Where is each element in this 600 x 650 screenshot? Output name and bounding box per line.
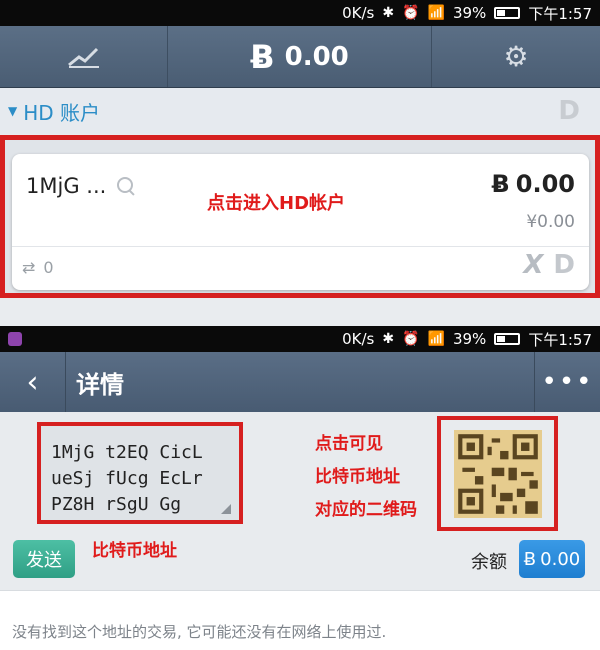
annotation-enter-hd: 点击进入HD帐户 [207, 193, 346, 214]
battery-icon [494, 333, 521, 345]
wallet-balance-tab[interactable]: Ƀ 0.00 [168, 26, 432, 87]
annotation-qr-hint: 点击可见 比特币地址 对应的二维码 [315, 434, 417, 520]
trend-chart-icon [67, 47, 99, 68]
bluetooth-icon: ✱ [382, 331, 395, 347]
hd-account-label: HD 账户 [23, 100, 101, 125]
alarm-icon: ⏰ [402, 331, 420, 347]
wifi-icon: 📶 [427, 5, 445, 21]
page-title: 详情 [76, 370, 124, 399]
qr-code-icon [453, 429, 542, 518]
account-address: 1MjG ... [26, 174, 107, 198]
annotation-btc-address: 比特币地址 [92, 541, 177, 561]
no-transactions-message: 没有找到这个地址的交易, 它可能还没有在网络上使用过. [0, 590, 600, 650]
bitcoin-icon: Ƀ [491, 170, 510, 198]
hd-d-icon: D [558, 96, 580, 126]
alarm-icon: ⏰ [402, 5, 420, 21]
hd-account-header[interactable]: ▼ HD 账户 D [0, 88, 600, 134]
x-icon[interactable]: X [523, 250, 543, 280]
balance-label: 余额 [471, 552, 507, 573]
bitcoin-address: 1MjG t2EQ CicL ueSj fUcg EcLr PZ8H rSgU … [51, 442, 203, 515]
market-tab[interactable] [0, 26, 168, 87]
card-divider [12, 246, 589, 247]
address-box[interactable]: 1MjG t2EQ CicL ueSj fUcg EcLr PZ8H rSgU … [37, 422, 243, 524]
search-icon[interactable] [116, 176, 136, 196]
back-button[interactable]: ‹ [0, 352, 66, 412]
account-fiat-balance: ¥0.00 [526, 212, 575, 232]
balance-button[interactable]: Ƀ 0.00 [519, 540, 585, 578]
transfer-icon: ⇄ [22, 258, 36, 277]
battery-icon [494, 7, 521, 19]
wallet-balance: 0.00 [284, 41, 349, 72]
bluetooth-icon: ✱ [382, 5, 395, 21]
battery-percent: 39% [452, 4, 487, 22]
screenshot-gap [0, 298, 600, 326]
settings-tab[interactable]: ⚙ [432, 26, 600, 87]
tx-count: ⇄ 0 [22, 258, 54, 277]
gear-icon: ⚙ [503, 40, 529, 73]
network-speed: 0K/s [342, 4, 375, 22]
bitcoin-icon: Ƀ [250, 37, 275, 76]
status-bar-2: 0K/s ✱ ⏰ 📶 39% 下午1:57 [0, 326, 600, 352]
hd-account-card[interactable]: 1MjG ... 点击进入HD帐户 Ƀ 0.00 ¥0.00 ⇄ 0 X D [12, 154, 589, 290]
battery-percent: 39% [452, 330, 487, 348]
details-body: 1MjG t2EQ CicL ueSj fUcg EcLr PZ8H rSgU … [0, 412, 600, 590]
wallet-toolbar: Ƀ 0.00 ⚙ [0, 26, 600, 88]
annotation-box-hd-account: 1MjG ... 点击进入HD帐户 Ƀ 0.00 ¥0.00 ⇄ 0 X D [0, 135, 600, 298]
qr-code-box[interactable] [437, 416, 558, 531]
resize-handle-icon [221, 504, 231, 514]
d-icon[interactable]: D [553, 250, 575, 280]
send-button[interactable]: 发送 [13, 540, 75, 578]
clock: 下午1:57 [528, 330, 592, 349]
clock: 下午1:57 [528, 4, 592, 23]
bitcoin-icon: Ƀ [523, 548, 537, 570]
network-speed: 0K/s [342, 330, 375, 348]
account-btc-balance: Ƀ 0.00 [491, 170, 575, 198]
status-bar: 0K/s ✱ ⏰ 📶 39% 下午1:57 [0, 0, 600, 26]
details-header: ‹ 详情 ••• [0, 352, 600, 412]
card-action-icons: X D [523, 250, 575, 280]
app-notification-icon [8, 332, 22, 346]
more-menu-button[interactable]: ••• [534, 352, 600, 412]
wifi-icon: 📶 [427, 331, 445, 347]
chevron-down-icon: ▼ [8, 104, 18, 118]
